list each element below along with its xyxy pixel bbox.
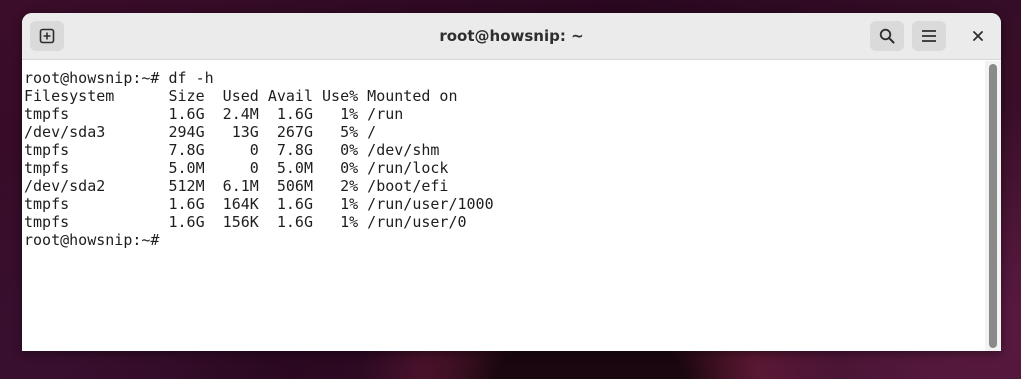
menu-button[interactable] bbox=[912, 21, 946, 51]
table-row: tmpfs 1.6G 156K 1.6G 1% /run/user/0 bbox=[24, 213, 467, 231]
hamburger-menu-icon bbox=[922, 30, 936, 42]
table-row: tmpfs 1.6G 2.4M 1.6G 1% /run bbox=[24, 105, 404, 123]
prompt-command-line: root@howsnip:~# df -h bbox=[24, 69, 214, 87]
table-row: tmpfs 7.8G 0 7.8G 0% /dev/shm bbox=[24, 141, 440, 159]
window-title: root@howsnip: ~ bbox=[439, 27, 584, 45]
table-row: tmpfs 5.0M 0 5.0M 0% /run/lock bbox=[24, 159, 449, 177]
new-tab-icon bbox=[39, 28, 55, 44]
new-tab-button[interactable] bbox=[30, 21, 64, 51]
scrollbar-thumb[interactable] bbox=[989, 64, 997, 348]
search-button[interactable] bbox=[870, 21, 904, 51]
desktop-background: { "window": { "title": "root@howsnip: ~"… bbox=[0, 0, 1021, 379]
table-row: /dev/sda2 512M 6.1M 506M 2% /boot/efi bbox=[24, 177, 449, 195]
terminal-window: root@howsnip: ~ root@howsnip:~# df -h Fi… bbox=[22, 13, 1001, 351]
table-row: tmpfs 1.6G 164K 1.6G 1% /run/user/1000 bbox=[24, 195, 494, 213]
close-icon bbox=[973, 31, 983, 41]
prompt-line[interactable]: root@howsnip:~# bbox=[24, 231, 985, 249]
titlebar: root@howsnip: ~ bbox=[22, 13, 1001, 60]
close-button[interactable] bbox=[966, 24, 990, 48]
table-header-row: Filesystem Size Used Avail Use% Mounted … bbox=[24, 87, 458, 105]
vertical-scrollbar[interactable] bbox=[985, 61, 1001, 351]
terminal-output[interactable]: root@howsnip:~# df -h Filesystem Size Us… bbox=[22, 61, 985, 351]
table-row: /dev/sda3 294G 13G 267G 5% / bbox=[24, 123, 377, 141]
search-icon bbox=[879, 28, 895, 44]
